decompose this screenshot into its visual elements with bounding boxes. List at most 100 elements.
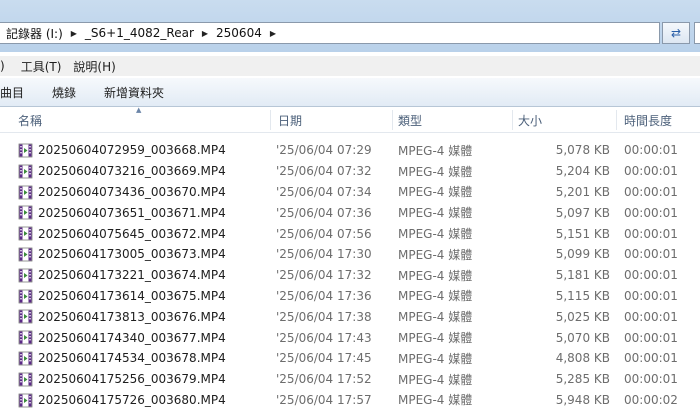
file-row[interactable]: 20250604075645_003672.MP4 '25/06/04 07:56… <box>0 223 700 244</box>
refresh-icon: ⇄ <box>670 26 682 40</box>
file-type: MPEG-4 媒體 <box>398 247 473 262</box>
file-length: 00:00:01 <box>624 330 678 345</box>
file-length: 00:00:01 <box>624 372 678 387</box>
file-type: MPEG-4 媒體 <box>398 289 473 304</box>
file-date: '25/06/04 17:30 <box>276 247 372 262</box>
file-name: 20250604175256_003679.MP4 <box>38 372 226 387</box>
column-name[interactable]: 名稱 <box>18 108 42 132</box>
video-file-icon <box>18 268 33 283</box>
file-name: 20250604075645_003672.MP4 <box>38 226 226 241</box>
command-bar: 曲目 燒錄 新增資料夾 <box>0 78 700 107</box>
file-row[interactable]: 20250604073651_003671.MP4 '25/06/04 07:36… <box>0 202 700 223</box>
file-type: MPEG-4 媒體 <box>398 164 473 179</box>
file-date: '25/06/04 17:57 <box>276 392 372 407</box>
file-row[interactable]: 20250604173614_003675.MP4 '25/06/04 17:36… <box>0 286 700 307</box>
file-size: 5,097 KB <box>555 205 610 220</box>
file-date: '25/06/04 17:36 <box>276 288 372 303</box>
file-name: 20250604073216_003669.MP4 <box>38 164 226 179</box>
search-box-edge[interactable] <box>694 22 700 44</box>
file-row[interactable]: 20250604073436_003670.MP4 '25/06/04 07:34… <box>0 182 700 203</box>
video-file-icon <box>18 351 33 366</box>
toolbar-burn-button[interactable]: 燒錄 <box>52 84 76 101</box>
video-file-icon <box>18 309 33 324</box>
file-row[interactable]: 20250604173221_003674.MP4 '25/06/04 17:32… <box>0 265 700 286</box>
file-length: 00:00:01 <box>624 247 678 262</box>
file-date: '25/06/04 17:43 <box>276 330 372 345</box>
menu-item-help[interactable]: 說明(H) <box>73 58 115 75</box>
file-size: 5,285 KB <box>555 372 610 387</box>
file-date: '25/06/04 07:32 <box>276 164 372 179</box>
file-row[interactable]: 20250604174534_003678.MP4 '25/06/04 17:45… <box>0 348 700 369</box>
file-list: 20250604072959_003668.MP4 '25/06/04 07:29… <box>0 140 700 410</box>
file-name: 20250604174340_003677.MP4 <box>38 330 226 345</box>
column-type[interactable]: 類型 <box>398 108 422 132</box>
file-name: 20250604073436_003670.MP4 <box>38 184 226 199</box>
file-date: '25/06/04 17:32 <box>276 268 372 283</box>
file-date: '25/06/04 07:34 <box>276 184 372 199</box>
file-length: 00:00:01 <box>624 143 678 158</box>
file-row[interactable]: 20250604173813_003676.MP4 '25/06/04 17:38… <box>0 306 700 327</box>
file-row[interactable]: 20250604173005_003673.MP4 '25/06/04 17:30… <box>0 244 700 265</box>
breadcrumb-item[interactable]: 記錄器 (I:) ▶ <box>6 25 85 42</box>
file-row[interactable]: 20250604073216_003669.MP4 '25/06/04 07:32… <box>0 161 700 182</box>
file-size: 5,201 KB <box>555 184 610 199</box>
file-row[interactable]: 20250604072959_003668.MP4 '25/06/04 07:29… <box>0 140 700 161</box>
file-size: 5,948 KB <box>555 392 610 407</box>
file-type: MPEG-4 媒體 <box>398 268 473 283</box>
column-header: 名稱 ▲ 日期 類型 大小 時間長度 <box>0 106 700 133</box>
file-size: 5,099 KB <box>555 247 610 262</box>
menu-item-partial[interactable]: ) <box>0 59 5 73</box>
file-name: 20250604173005_003673.MP4 <box>38 247 226 262</box>
column-size[interactable]: 大小 <box>518 108 542 132</box>
file-row[interactable]: 20250604174340_003677.MP4 '25/06/04 17:43… <box>0 327 700 348</box>
video-file-icon <box>18 205 33 220</box>
file-date: '25/06/04 17:52 <box>276 372 372 387</box>
breadcrumb-arrow-icon[interactable]: ▶ <box>270 29 276 38</box>
file-length: 00:00:01 <box>624 268 678 283</box>
file-length: 00:00:02 <box>624 392 678 407</box>
breadcrumb-item[interactable]: 250604 ▶ <box>216 26 284 40</box>
column-date[interactable]: 日期 <box>278 108 302 132</box>
file-date: '25/06/04 07:56 <box>276 226 372 241</box>
file-length: 00:00:01 <box>624 351 678 366</box>
video-file-icon <box>18 164 33 179</box>
breadcrumb-arrow-icon[interactable]: ▶ <box>71 29 77 38</box>
file-length: 00:00:01 <box>624 205 678 220</box>
breadcrumb-arrow-icon[interactable]: ▶ <box>202 29 208 38</box>
menu-bar: ) 工具(T) 說明(H) <box>0 56 700 76</box>
file-length: 00:00:01 <box>624 309 678 324</box>
menu-item-tools[interactable]: 工具(T) <box>21 58 62 75</box>
video-file-icon <box>18 330 33 345</box>
file-name: 20250604173614_003675.MP4 <box>38 288 226 303</box>
breadcrumb-item[interactable]: _S6+1_4082_Rear ▶ <box>85 26 216 40</box>
file-size: 5,204 KB <box>555 164 610 179</box>
file-name: 20250604174534_003678.MP4 <box>38 351 226 366</box>
file-size: 5,181 KB <box>555 268 610 283</box>
video-file-icon <box>18 289 33 304</box>
file-row[interactable]: 20250604175256_003679.MP4 '25/06/04 17:52… <box>0 369 700 390</box>
file-date: '25/06/04 17:45 <box>276 351 372 366</box>
address-bar[interactable]: 記錄器 (I:) ▶ _S6+1_4082_Rear ▶ 250604 ▶ <box>0 22 660 44</box>
file-type: MPEG-4 媒體 <box>398 227 473 242</box>
column-length[interactable]: 時間長度 <box>624 108 672 132</box>
refresh-button[interactable]: ⇄ <box>662 22 690 44</box>
toolbar-play-button[interactable]: 曲目 <box>0 84 24 101</box>
file-type: MPEG-4 媒體 <box>398 351 473 366</box>
file-size: 5,070 KB <box>555 330 610 345</box>
file-date: '25/06/04 07:36 <box>276 205 372 220</box>
file-size: 5,025 KB <box>555 309 610 324</box>
file-size: 5,115 KB <box>555 288 610 303</box>
file-size: 5,078 KB <box>555 143 610 158</box>
file-type: MPEG-4 媒體 <box>398 331 473 346</box>
file-row[interactable]: 20250604175726_003680.MP4 '25/06/04 17:57… <box>0 390 700 411</box>
video-file-icon <box>18 226 33 241</box>
file-size: 4,808 KB <box>555 351 610 366</box>
file-name: 20250604073651_003671.MP4 <box>38 205 226 220</box>
file-size: 5,151 KB <box>555 226 610 241</box>
sort-up-icon: ▲ <box>136 106 142 114</box>
file-name: 20250604173221_003674.MP4 <box>38 268 226 283</box>
toolbar-new-folder-button[interactable]: 新增資料夾 <box>104 84 164 101</box>
video-file-icon <box>18 372 33 387</box>
file-length: 00:00:01 <box>624 226 678 241</box>
file-type: MPEG-4 媒體 <box>398 185 473 200</box>
